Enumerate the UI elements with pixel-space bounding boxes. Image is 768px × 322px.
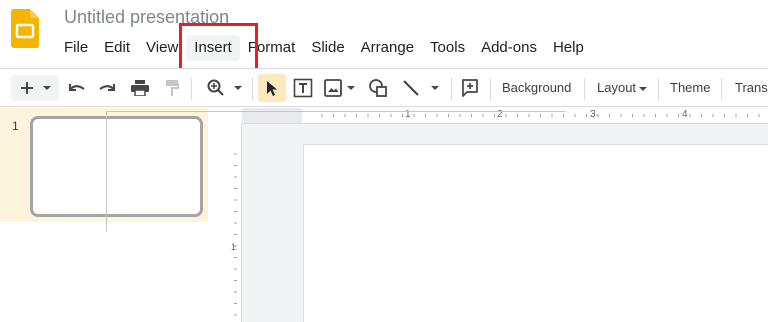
insert-image-button[interactable] [321,77,357,99]
undo-button[interactable] [66,78,88,98]
select-tool-button[interactable] [258,74,286,102]
menu-edit[interactable]: Edit [96,35,138,61]
menu-addons[interactable]: Add-ons [473,35,545,61]
comment-icon [461,79,479,97]
transition-button[interactable]: Trans [735,69,768,106]
print-button[interactable] [129,78,151,98]
title-placeholder[interactable] [106,111,566,231]
slides-logo-icon[interactable] [11,9,39,48]
zoom-button[interactable] [200,77,248,99]
redo-button[interactable] [96,78,118,98]
image-icon [323,79,342,97]
select-icon [266,80,278,97]
line-button[interactable] [398,77,442,99]
menu-tools[interactable]: Tools [422,35,473,61]
menu-format[interactable]: Format [240,35,304,61]
redo-icon [98,82,116,94]
menu-view[interactable]: View [138,35,186,61]
ruler-label-3: 3 [590,109,596,120]
toolbar-separator [252,78,253,100]
text-box-icon [293,78,313,98]
toolbar-separator [490,78,491,100]
chevron-down-icon [639,86,648,91]
paint-format-button[interactable] [161,78,183,98]
menu-file[interactable]: File [56,35,96,61]
menu-bar: File Edit View Insert Format Slide Arran… [56,35,592,61]
toolbar: Background Layout Theme Trans [0,68,768,107]
background-button[interactable]: Background [502,69,571,106]
toolbar-separator [721,78,722,100]
line-icon [401,78,421,98]
layout-button[interactable]: Layout [597,69,648,106]
text-box-button[interactable] [291,77,315,99]
toolbar-separator [451,78,452,100]
menu-arrange[interactable]: Arrange [353,35,422,61]
chevron-down-icon [346,86,355,90]
toolbar-separator [191,78,192,100]
new-slide-button[interactable] [11,75,59,101]
add-icon [20,81,34,95]
slide-number: 1 [12,119,19,133]
document-title[interactable]: Untitled presentation [64,7,229,28]
menu-slide[interactable]: Slide [303,35,352,61]
toolbar-separator [658,78,659,100]
chevron-down-icon [233,86,242,90]
shape-icon [368,78,388,98]
print-icon [131,80,149,96]
shape-button[interactable] [366,77,390,99]
zoom-icon [207,79,225,97]
chevron-down-icon [42,86,51,90]
add-comment-button[interactable] [459,77,481,99]
layout-label: Layout [597,80,637,95]
menu-help[interactable]: Help [545,35,592,61]
theme-button[interactable]: Theme [670,69,710,106]
ruler-label-4: 4 [682,109,688,120]
chevron-down-icon [431,86,439,90]
ruler-label-v1: 1 [231,242,237,252]
paint-format-icon [165,79,179,97]
menu-insert[interactable]: Insert [186,35,240,61]
undo-icon [68,82,86,94]
toolbar-separator [584,78,585,100]
